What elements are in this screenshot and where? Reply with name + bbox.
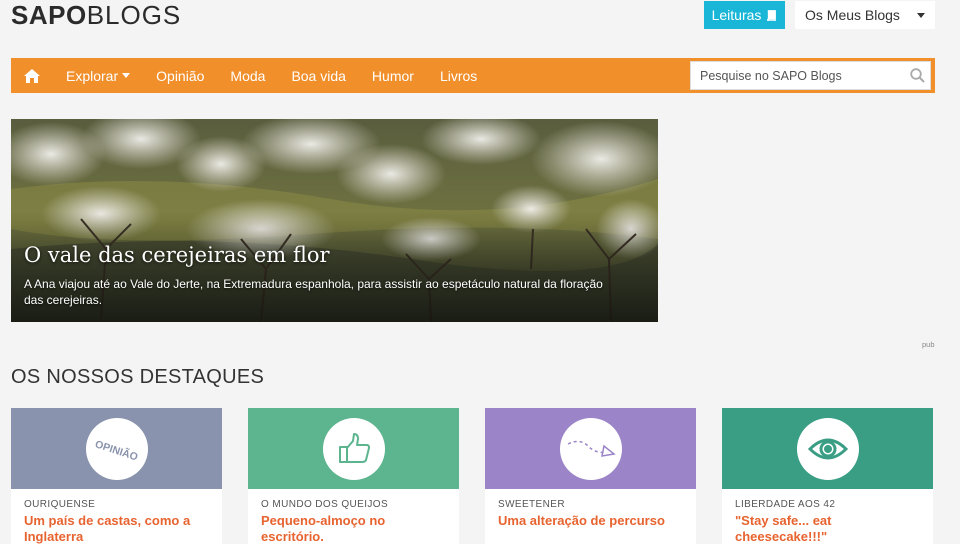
home-icon [24, 68, 40, 83]
highlight-card[interactable]: O MUNDO DOS QUEIJOS Pequeno-almoço no es… [248, 408, 459, 544]
search-input[interactable] [691, 62, 904, 89]
home-button[interactable] [11, 58, 53, 93]
my-blogs-dropdown[interactable]: Os Meus Blogs [795, 1, 935, 29]
card-banner: OPINIÃO [11, 408, 222, 489]
card-banner [485, 408, 696, 489]
leituras-button[interactable]: Leituras [704, 1, 785, 29]
nav-livros[interactable]: Livros [427, 58, 490, 93]
card-banner [722, 408, 933, 489]
badge-text: OPINIÃO [93, 437, 139, 463]
ad-label: pub [922, 340, 935, 349]
sapo-blogs-logo[interactable]: SAPOBLOGS [11, 2, 181, 28]
search-box [690, 61, 931, 90]
card-blog-name[interactable]: O MUNDO DOS QUEIJOS [248, 489, 459, 510]
card-blog-name[interactable]: SWEETENER [485, 489, 696, 510]
nav-explorar[interactable]: Explorar [53, 58, 143, 93]
highlight-card[interactable]: OPINIÃO OURIQUENSE Um país de castas, co… [11, 408, 222, 544]
card-post-title[interactable]: "Stay safe... eat cheesecake!!!" [722, 510, 933, 544]
thumbs-up-icon [322, 417, 385, 480]
featured-hero[interactable]: O vale das cerejeiras em flor A Ana viaj… [11, 119, 658, 322]
logo-thin-text: BLOGS [86, 0, 182, 30]
caret-down-icon[interactable] [907, 12, 935, 18]
highlight-card[interactable]: SWEETENER Uma alteração de percurso [485, 408, 696, 544]
nav-explorar-label: Explorar [66, 67, 119, 84]
card-post-title[interactable]: Pequeno-almoço no escritório. [248, 510, 459, 544]
card-blog-name[interactable]: OURIQUENSE [11, 489, 222, 510]
main-nav: Explorar Opinião Moda Boa vida Humor Liv… [11, 58, 935, 93]
nav-humor[interactable]: Humor [359, 58, 427, 93]
hero-title[interactable]: O vale das cerejeiras em flor [24, 243, 330, 267]
nav-moda[interactable]: Moda [217, 58, 278, 93]
card-banner [248, 408, 459, 489]
hero-description: A Ana viajou até ao Vale do Jerte, na Ex… [24, 277, 603, 307]
opiniao-badge-icon: OPINIÃO [85, 417, 148, 480]
eye-icon [796, 417, 859, 480]
card-post-title[interactable]: Um país de castas, como a Inglaterra [11, 510, 222, 544]
book-icon [767, 9, 777, 21]
logo-bold-text: SAPO [11, 0, 87, 30]
caret-down-icon [122, 73, 131, 78]
nav-opiniao[interactable]: Opinião [143, 58, 217, 93]
nav-boa-vida[interactable]: Boa vida [278, 58, 358, 93]
highlight-card[interactable]: LIBERDADE AOS 42 "Stay safe... eat chees… [722, 408, 933, 544]
paper-plane-trail-icon [559, 417, 622, 480]
search-icon[interactable] [904, 68, 930, 83]
my-blogs-label: Os Meus Blogs [805, 7, 900, 23]
card-blog-name[interactable]: LIBERDADE AOS 42 [722, 489, 933, 510]
card-post-title[interactable]: Uma alteração de percurso [485, 510, 696, 529]
leituras-label: Leituras [711, 7, 762, 23]
top-header: SAPOBLOGS Leituras Os Meus Blogs [0, 0, 960, 56]
section-title: OS NOSSOS DESTAQUES [11, 366, 265, 388]
